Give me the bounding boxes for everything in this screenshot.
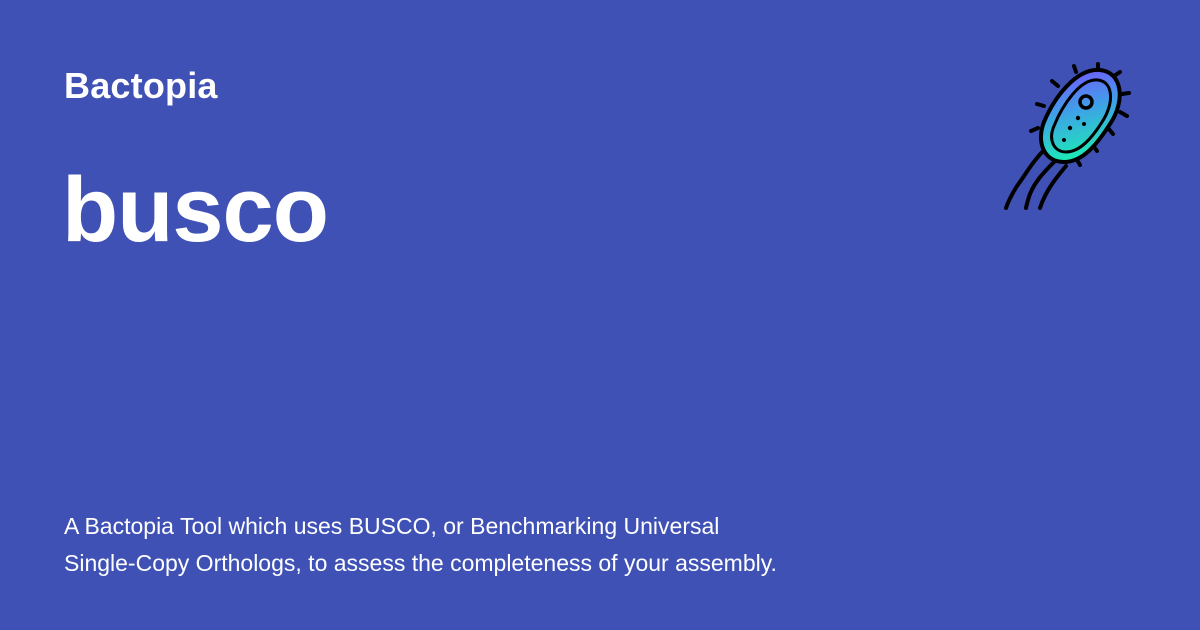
site-name: Bactopia	[64, 65, 218, 106]
bacterium-icon	[1004, 62, 1131, 210]
description-line: A Bactopia Tool which uses BUSCO, or Ben…	[64, 513, 720, 539]
tool-title: busco	[62, 159, 329, 261]
description-line: Single-Copy Orthologs, to assess the com…	[64, 550, 777, 576]
tool-description: A Bactopia Tool which uses BUSCO, or Ben…	[64, 508, 924, 582]
social-card: Bactopia busco A Bactopia Tool which use…	[0, 0, 1200, 630]
